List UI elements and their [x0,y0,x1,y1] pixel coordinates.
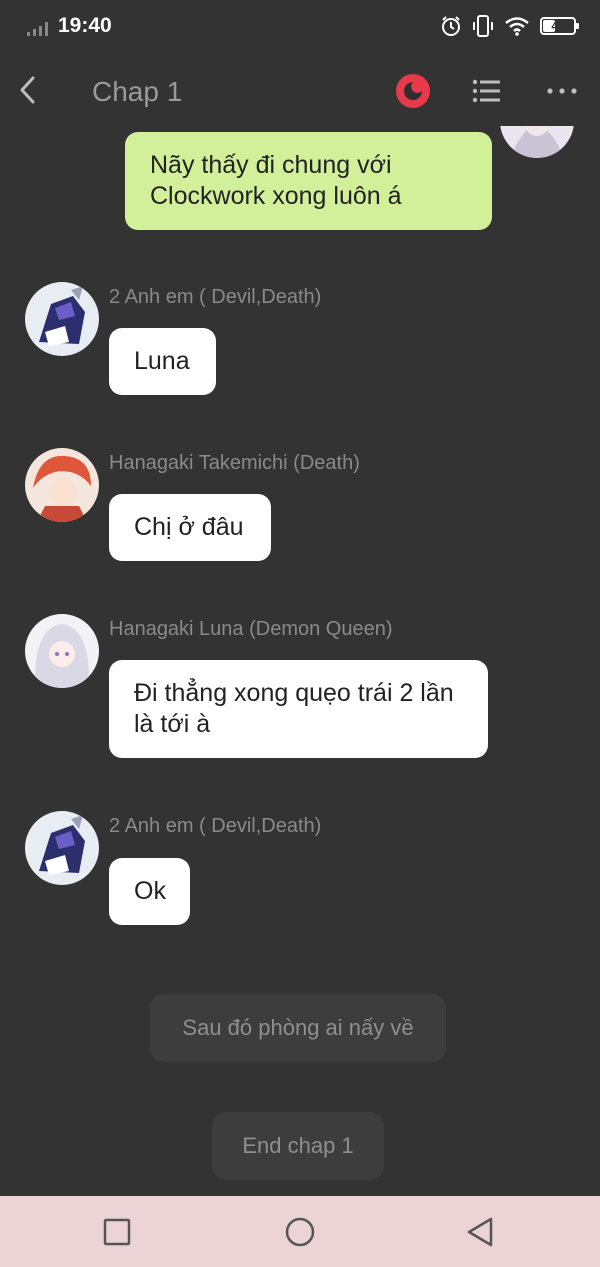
system-nav-bar [0,1196,600,1267]
status-icons: 44 [440,14,579,38]
chat-area[interactable]: Nãy thấy đi chung với Clockwork xong luô… [0,126,600,1196]
narration-box: End chap 1 [212,1112,384,1180]
status-bar: 19:40 44 [0,0,600,56]
robot-avatar-icon [25,282,99,356]
anime-girl-avatar-icon [500,126,574,158]
signal-icon [27,22,48,36]
status-time: 19:40 [58,14,112,37]
message-bubble-self[interactable]: Nãy thấy đi chung với Clockwork xong luô… [125,132,492,230]
robot-avatar-icon [25,811,99,885]
message-bubble[interactable]: Luna [109,328,216,395]
narration-box: Sau đó phòng ai nấy về [150,994,446,1062]
record-glyph [404,82,422,100]
back-triangle-icon[interactable] [465,1216,497,1248]
battery-level: 44 [551,19,565,33]
message-bubble[interactable]: Đi thẳng xong quẹo trái 2 lần là tới à [109,660,488,758]
record-icon[interactable] [396,74,430,108]
avatar-robot[interactable] [25,282,99,356]
message-bubble[interactable]: Ok [109,858,190,925]
sender-name: 2 Anh em ( Devil,Death) [109,286,322,308]
list-icon[interactable] [470,74,504,108]
anime-girl-avatar-icon [25,614,99,688]
chat-header: Chap 1 [0,56,600,126]
avatar-takemichi[interactable] [25,448,99,522]
anime-boy-avatar-icon [25,448,99,522]
more-icon[interactable] [544,74,580,108]
avatar-luna[interactable] [25,614,99,688]
battery-icon: 44 [540,17,579,35]
wifi-icon [505,17,529,36]
vibrate-icon [473,15,493,37]
avatar-self[interactable] [500,126,574,158]
recents-square-icon[interactable] [101,1216,133,1248]
back-arrow-icon[interactable] [14,72,44,108]
message-bubble[interactable]: Chị ở đâu [109,494,271,561]
alarm-icon [442,16,460,36]
page-title: Chap 1 [92,76,183,107]
sender-name: 2 Anh em ( Devil,Death) [109,815,322,837]
sender-name: Hanagaki Luna (Demon Queen) [109,618,393,640]
home-circle-icon[interactable] [284,1216,316,1248]
avatar-robot[interactable] [25,811,99,885]
sender-name: Hanagaki Takemichi (Death) [109,452,360,474]
